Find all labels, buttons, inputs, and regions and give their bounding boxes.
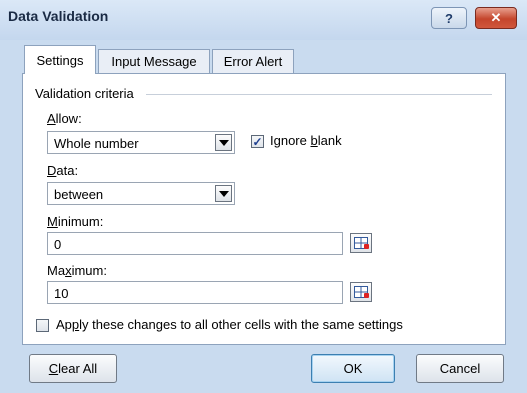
allow-label: Allow: (47, 111, 82, 126)
ignore-blank-label[interactable]: Ignore blank (270, 133, 342, 148)
data-dropdown[interactable]: between (47, 182, 235, 205)
chevron-down-icon (218, 190, 229, 197)
settings-panel: Validation criteria Allow: Whole number … (22, 73, 506, 345)
help-icon: ? (445, 10, 453, 26)
ignore-blank-checkbox[interactable]: ✓ (251, 135, 264, 148)
group-divider (146, 94, 492, 95)
data-validation-dialog: Data Validation ? ✕ Settings Input Messa… (0, 0, 527, 393)
minimum-range-picker-button[interactable] (350, 233, 372, 253)
apply-all-checkbox[interactable] (36, 319, 49, 332)
checkmark-icon: ✓ (252, 134, 263, 149)
maximum-label: Maximum: (47, 263, 107, 278)
title-bar[interactable]: Data Validation ? ✕ (0, 0, 527, 40)
maximum-value: 10 (54, 286, 69, 301)
tab-input-message-label: Input Message (111, 54, 197, 69)
allow-dropdown[interactable]: Whole number (47, 131, 235, 154)
tab-error-alert[interactable]: Error Alert (212, 49, 294, 73)
minimum-value: 0 (54, 237, 62, 252)
cancel-button[interactable]: Cancel (416, 354, 504, 383)
data-label: Data: (47, 163, 79, 178)
allow-dropdown-arrow[interactable] (215, 134, 232, 151)
chevron-down-icon (218, 139, 229, 146)
close-icon: ✕ (490, 10, 502, 25)
tab-settings[interactable]: Settings (24, 45, 96, 74)
minimum-label: Minimum: (47, 214, 104, 229)
apply-all-label[interactable]: Apply these changes to all other cells w… (56, 317, 403, 332)
tab-error-alert-label: Error Alert (223, 54, 283, 69)
maximum-range-picker-button[interactable] (350, 282, 372, 302)
clear-all-button[interactable]: Clear All (29, 354, 117, 383)
tab-settings-label: Settings (36, 52, 84, 68)
close-button[interactable]: ✕ (475, 7, 517, 29)
ok-button[interactable]: OK (311, 354, 395, 383)
maximum-input[interactable]: 10 (47, 281, 343, 304)
data-dropdown-arrow[interactable] (215, 185, 232, 202)
data-value: between (54, 187, 104, 202)
tab-input-message[interactable]: Input Message (98, 49, 210, 73)
validation-criteria-label: Validation criteria (35, 86, 134, 101)
help-button[interactable]: ? (431, 7, 467, 29)
minimum-input[interactable]: 0 (47, 232, 343, 255)
window-title: Data Validation (8, 8, 109, 24)
allow-value: Whole number (54, 136, 139, 151)
